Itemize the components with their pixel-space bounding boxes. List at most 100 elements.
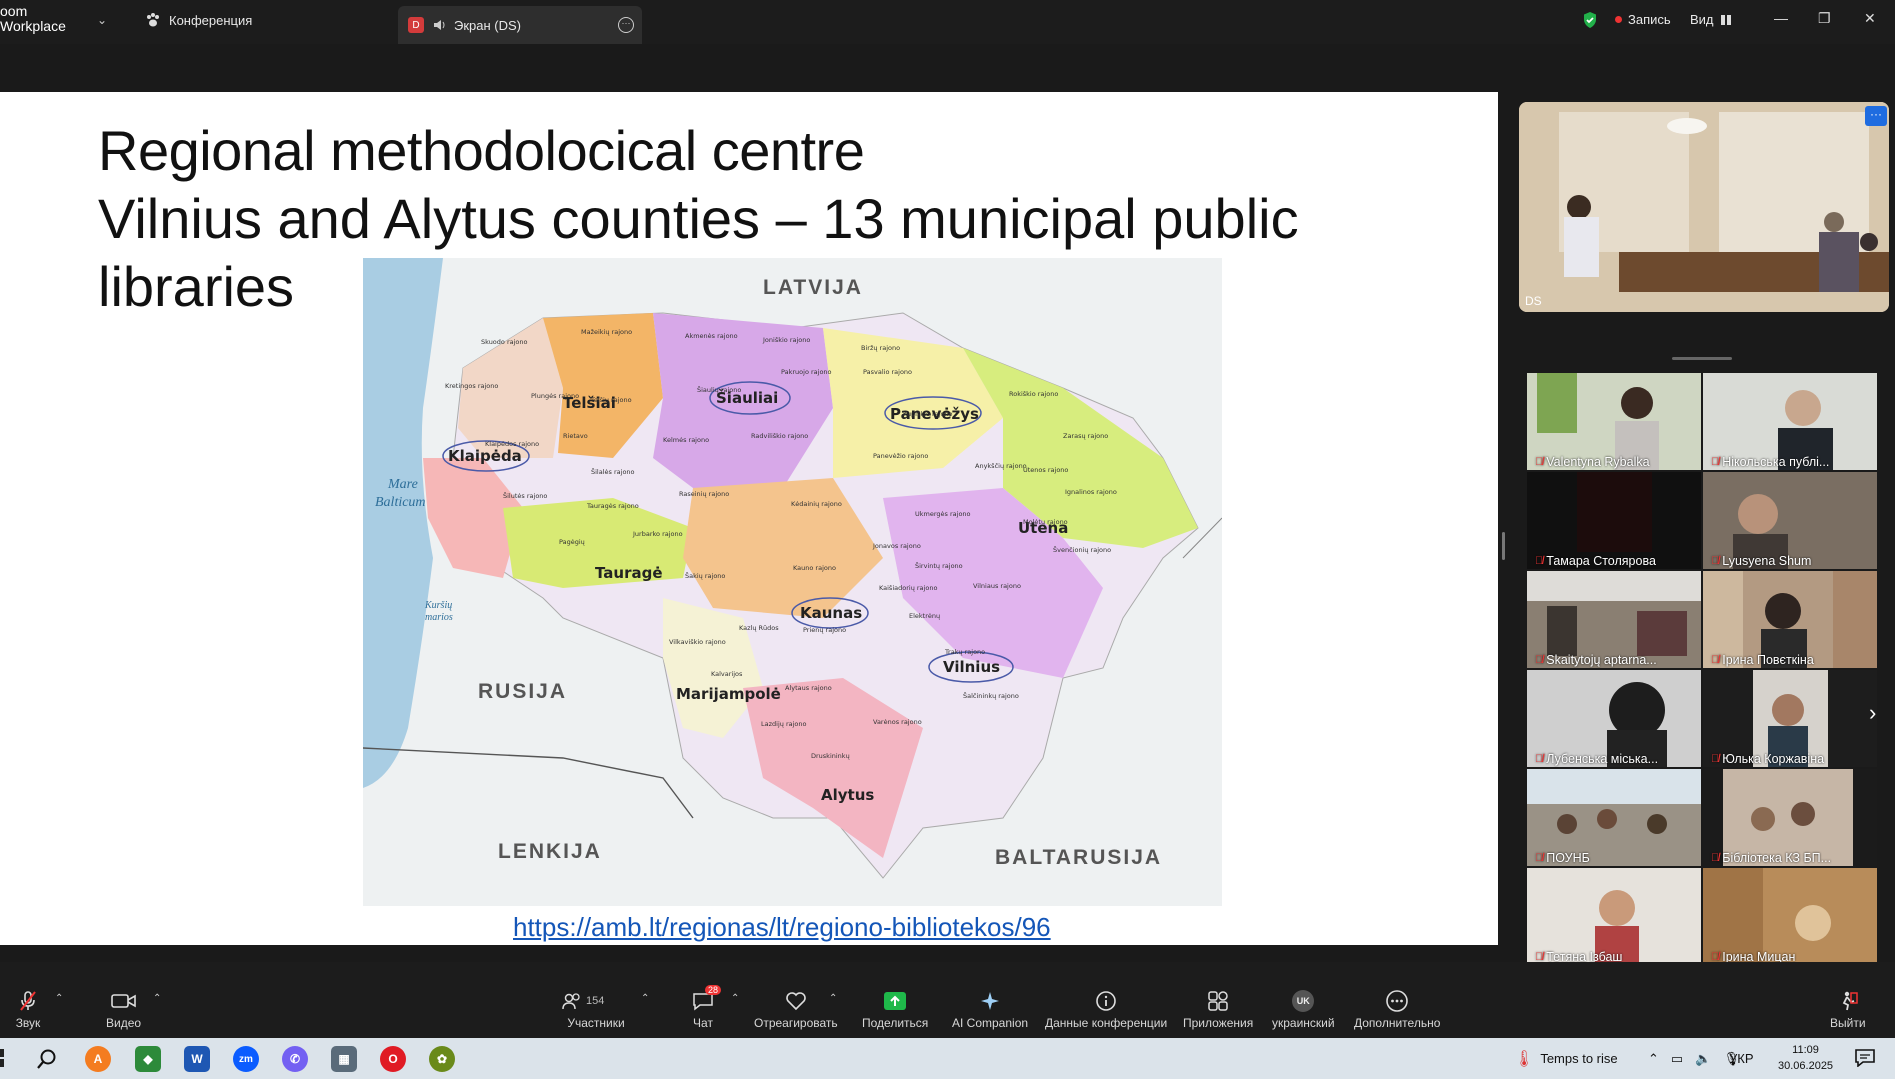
react-options-caret[interactable]: ⌃ (829, 993, 837, 1004)
tab-screen-share[interactable]: D Экран (DS) ··· (398, 6, 642, 44)
district-label: Zarasų rajono (1063, 432, 1108, 440)
chat-options-caret[interactable]: ⌃ (731, 993, 739, 1004)
title-bar: oom Workplace ⌄ Конференция D Экран (DS)… (0, 0, 1895, 44)
participant-tile[interactable]: 🎙̸ Ірина Мицан (1703, 868, 1877, 965)
ai-companion-button[interactable]: AI Companion (952, 990, 1028, 1030)
language-label: украинский (1272, 1016, 1335, 1030)
participant-tile[interactable]: 🎙̸ Ірина Повєткіна (1703, 571, 1877, 668)
meeting-info-button[interactable]: Данные конференции (1045, 990, 1167, 1030)
calculator-icon[interactable]: ▦ (331, 1046, 357, 1072)
participant-tile[interactable]: 🎙̸ ПОУНБ (1527, 769, 1701, 866)
word-icon[interactable]: W (184, 1046, 210, 1072)
zoom-icon[interactable]: zm (233, 1046, 259, 1072)
network-icon[interactable]: ▭ (1671, 1051, 1683, 1067)
participant-tile[interactable]: 🎙̸ Бібліотека КЗ БП... (1703, 769, 1877, 866)
weather-widget[interactable]: 🌡 Temps to rise (1514, 1038, 1618, 1079)
district-label: Druskininkų (811, 752, 850, 760)
language-button[interactable]: UK украинский (1272, 990, 1335, 1030)
chevron-right-icon[interactable]: › (1869, 700, 1876, 726)
info-icon (1092, 990, 1120, 1012)
district-label: Kretingos rajono (445, 382, 498, 390)
district-label: Šilutės rajono (503, 491, 547, 500)
mic-muted-icon: 🎙̸ (1711, 753, 1720, 765)
participant-tile[interactable]: 🎙̸ Лубенська міська... (1527, 670, 1701, 767)
district-label: Prienų rajono (803, 626, 846, 634)
district-label: Panevėžio rajono (873, 452, 928, 460)
notifications-icon[interactable] (1855, 1049, 1875, 1067)
search-icon[interactable] (36, 1048, 58, 1070)
keyboard-language[interactable]: УКР (1729, 1038, 1754, 1079)
minimize-icon[interactable]: — (1774, 10, 1788, 26)
label-lenkija: LENKIJA (498, 840, 602, 863)
district-label: Kalvarijos (711, 670, 743, 678)
volume-icon[interactable]: 🔈 (1695, 1051, 1711, 1067)
start-icon[interactable] (0, 1049, 10, 1067)
participant-tile[interactable]: 🎙̸ Lyusyena Shum (1703, 472, 1877, 569)
panel-resize-handle[interactable] (1672, 357, 1732, 360)
speaker-more-icon[interactable]: ··· (1865, 106, 1887, 126)
maps-app-icon[interactable]: ◆ (135, 1046, 161, 1072)
district-label: Šiaulių rajono (697, 385, 741, 394)
participant-name: Бібліотека КЗ БП... (1722, 851, 1832, 865)
audio-options-caret[interactable]: ⌃ (55, 993, 63, 1004)
recording-indicator[interactable]: Запись (1615, 12, 1671, 27)
chevron-down-icon[interactable]: ⌄ (97, 13, 107, 27)
participant-tile[interactable]: 🎙̸ Skaitytojų aptarna... (1527, 571, 1701, 668)
district-label: Skuodo rajono (481, 338, 528, 346)
participants-button[interactable]: 154 Участники (562, 990, 630, 1030)
participant-tile[interactable]: 🎙̸ Тетяна Ізбаш (1527, 868, 1701, 965)
encryption-shield-icon[interactable] (1582, 11, 1598, 29)
district-label: Jurbarko rajono (632, 530, 683, 538)
chat-button[interactable]: 28 Чат (689, 985, 722, 1030)
restore-icon[interactable]: ❐ (1818, 10, 1831, 27)
app-icon[interactable]: ✿ (429, 1046, 455, 1072)
district-label: Kaišiadorių rajono (879, 584, 937, 592)
participant-name: Valentyna Rybalka (1546, 455, 1650, 469)
clock[interactable]: 11:09 30.06.2025 (1778, 1042, 1833, 1074)
more-options-icon[interactable]: ··· (618, 17, 634, 33)
district-label: Ukmergės rajono (915, 510, 971, 518)
participants-options-caret[interactable]: ⌃ (641, 993, 649, 1004)
district-label: Rokiškio rajono (1009, 390, 1058, 398)
video-options-caret[interactable]: ⌃ (153, 993, 161, 1004)
more-button[interactable]: Дополнительно (1354, 990, 1440, 1030)
participant-tile[interactable]: 🎙̸ Тамара Столярова (1527, 472, 1701, 569)
apps-button[interactable]: Приложения (1183, 990, 1253, 1030)
district-label: Šilalės rajono (591, 467, 635, 476)
slide-link[interactable]: https://amb.lt/regionas/lt/regiono-bibli… (513, 912, 1051, 943)
split-view-handle[interactable] (1502, 532, 1505, 560)
district-label: Širvintų rajono (915, 561, 963, 570)
close-icon[interactable]: ✕ (1864, 10, 1876, 27)
participant-tile[interactable]: 🎙̸ Valentyna Rybalka (1527, 373, 1701, 470)
speaker-video[interactable]: ··· DS (1519, 102, 1889, 312)
avast-icon[interactable]: A (85, 1046, 111, 1072)
audio-button[interactable]: Звук (14, 990, 42, 1030)
district-label: Elektrėnų (909, 612, 940, 620)
video-button[interactable]: Видео (106, 990, 141, 1030)
label-vilnius: Vilnius (943, 658, 1000, 676)
react-button[interactable]: Отреагировать (754, 990, 838, 1030)
opera-icon[interactable]: O (380, 1046, 406, 1072)
tab-conference[interactable]: Конференция (145, 12, 252, 28)
clock-time: 11:09 (1792, 1044, 1819, 1056)
viber-icon[interactable]: ✆ (282, 1046, 308, 1072)
district-label: Jonavos rajono (872, 542, 921, 550)
participant-tile[interactable]: 🎙̸ Нікольська публі... (1703, 373, 1877, 470)
district-label: Alytaus rajono (785, 684, 832, 692)
camera-icon (110, 990, 138, 1012)
district-label: Rietavo (563, 432, 588, 440)
label-balticum: Balticum (375, 495, 426, 510)
participant-tile[interactable]: 🎙̸ Юлька Коржавіна (1703, 670, 1877, 767)
chat-unread-badge: 28 (705, 985, 722, 995)
apps-icon (1204, 990, 1232, 1012)
view-button[interactable]: Вид (1690, 12, 1732, 27)
chat-label: Чат (693, 1016, 713, 1030)
label-klaipeda: Klaipėda (448, 447, 522, 465)
speaker-icon (434, 20, 445, 30)
leave-button[interactable]: Выйти (1830, 990, 1866, 1030)
chevron-up-icon[interactable]: ⌃ (1648, 1051, 1659, 1067)
os-taskbar: A ◆ W zm ✆ ▦ O ✿ 🌡 Temps to rise ⌃ ▭ 🔈 🎙… (0, 1038, 1895, 1079)
district-label: Mažeikių rajono (581, 328, 632, 336)
share-button[interactable]: Поделиться (862, 990, 928, 1030)
recording-label: Запись (1628, 12, 1671, 27)
